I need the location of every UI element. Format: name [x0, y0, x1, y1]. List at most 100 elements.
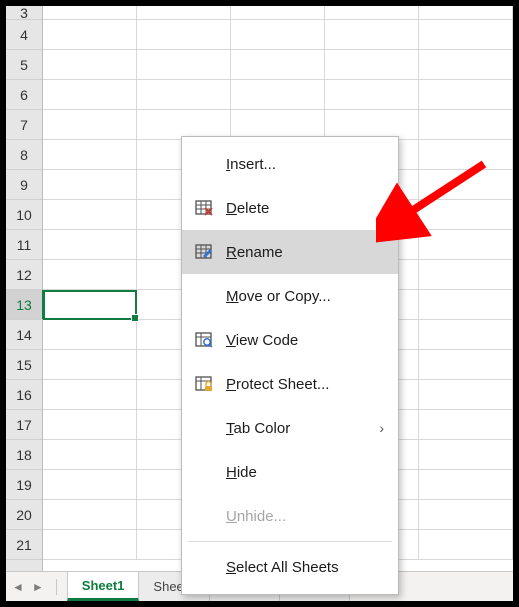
sheet-tab-sheet1[interactable]: Sheet1 [67, 571, 140, 601]
row-header-15[interactable]: 15 [6, 350, 42, 380]
cell[interactable] [419, 200, 513, 229]
cell[interactable] [43, 50, 137, 79]
cell[interactable] [43, 20, 137, 49]
row-header-11[interactable]: 11 [6, 230, 42, 260]
cell[interactable] [43, 440, 137, 469]
row-header-5[interactable]: 5 [6, 50, 42, 80]
ctxmenu-selectall[interactable]: Select All Sheets [182, 545, 398, 589]
row-header-18[interactable]: 18 [6, 440, 42, 470]
cell[interactable] [43, 110, 137, 139]
row-header-8[interactable]: 8 [6, 140, 42, 170]
ctxmenu-label: Move or Copy... [226, 288, 331, 305]
ctxmenu-label: Delete [226, 200, 269, 217]
cell[interactable] [419, 170, 513, 199]
cell[interactable] [419, 530, 513, 559]
ctxmenu-protect[interactable]: Protect Sheet... [182, 362, 398, 406]
ctxmenu-tabcolor[interactable]: Tab Color› [182, 406, 398, 450]
ctxmenu-insert[interactable]: Insert... [182, 142, 398, 186]
row-header-12[interactable]: 12 [6, 260, 42, 290]
cell[interactable] [43, 170, 137, 199]
cell[interactable] [43, 230, 137, 259]
cell[interactable] [419, 410, 513, 439]
row-header-17[interactable]: 17 [6, 410, 42, 440]
cell[interactable] [325, 20, 419, 49]
cell[interactable] [419, 290, 513, 319]
cell[interactable] [419, 140, 513, 169]
cell[interactable] [43, 320, 137, 349]
cell[interactable] [419, 110, 513, 139]
cell[interactable] [43, 530, 137, 559]
cell[interactable] [419, 6, 513, 19]
cell[interactable] [231, 50, 325, 79]
cell[interactable] [43, 140, 137, 169]
ctxmenu-label: Select All Sheets [226, 559, 339, 576]
row-header-20[interactable]: 20 [6, 500, 42, 530]
sheet-tab-context-menu: Insert... Delete Rename Move or Copy... View… [181, 136, 399, 595]
tab-nav-prev[interactable]: ◄ [12, 581, 24, 593]
row-header-14[interactable]: 14 [6, 320, 42, 350]
row-header-6[interactable]: 6 [6, 80, 42, 110]
separator [188, 541, 392, 542]
ctxmenu-label: View Code [226, 332, 298, 349]
cell[interactable] [231, 20, 325, 49]
cell[interactable] [43, 290, 137, 319]
cell[interactable] [43, 80, 137, 109]
cell[interactable] [419, 350, 513, 379]
ctxmenu-label: Protect Sheet... [226, 376, 329, 393]
ctxmenu-rename[interactable]: Rename [182, 230, 398, 274]
cell[interactable] [325, 110, 419, 139]
cell[interactable] [43, 350, 137, 379]
cell[interactable] [231, 80, 325, 109]
cell[interactable] [419, 320, 513, 349]
cell[interactable] [43, 260, 137, 289]
row-header-19[interactable]: 19 [6, 470, 42, 500]
cell[interactable] [137, 20, 231, 49]
row-header-10[interactable]: 10 [6, 200, 42, 230]
cell[interactable] [419, 440, 513, 469]
cell[interactable] [137, 80, 231, 109]
cell-row [43, 20, 513, 50]
cell[interactable] [43, 410, 137, 439]
cell[interactable] [231, 6, 325, 19]
cell[interactable] [325, 50, 419, 79]
cell[interactable] [325, 80, 419, 109]
cell[interactable] [137, 110, 231, 139]
cell[interactable] [231, 110, 325, 139]
cell[interactable] [43, 200, 137, 229]
row-header-9[interactable]: 9 [6, 170, 42, 200]
row-header-7[interactable]: 7 [6, 110, 42, 140]
tab-nav-next[interactable]: ► [32, 581, 44, 593]
cell[interactable] [43, 380, 137, 409]
row-header-4[interactable]: 4 [6, 20, 42, 50]
row-headers: 3456789101112131415161718192021 [6, 6, 43, 571]
cell[interactable] [43, 470, 137, 499]
cell[interactable] [419, 80, 513, 109]
ctxmenu-move[interactable]: Move or Copy... [182, 274, 398, 318]
ctxmenu-unhide: Unhide... [182, 494, 398, 538]
grid-pencil-icon [194, 244, 214, 260]
cell[interactable] [137, 6, 231, 19]
cell[interactable] [419, 380, 513, 409]
cell[interactable] [419, 20, 513, 49]
cell[interactable] [137, 50, 231, 79]
row-header-3[interactable]: 3 [6, 6, 42, 20]
row-header-16[interactable]: 16 [6, 380, 42, 410]
chevron-right-icon: › [379, 420, 384, 436]
ctxmenu-delete[interactable]: Delete [182, 186, 398, 230]
cell[interactable] [419, 230, 513, 259]
cell[interactable] [419, 260, 513, 289]
cell[interactable] [419, 470, 513, 499]
row-header-13[interactable]: 13 [6, 290, 42, 320]
divider [56, 579, 57, 595]
cell[interactable] [43, 6, 137, 19]
cell[interactable] [325, 6, 419, 19]
grid-x-icon [194, 200, 214, 216]
cell[interactable] [419, 500, 513, 529]
ctxmenu-label: Hide [226, 464, 257, 481]
cell[interactable] [43, 500, 137, 529]
ctxmenu-hide[interactable]: Hide [182, 450, 398, 494]
cell[interactable] [419, 50, 513, 79]
ctxmenu-label: Unhide... [226, 508, 286, 525]
row-header-21[interactable]: 21 [6, 530, 42, 560]
ctxmenu-viewcode[interactable]: View Code [182, 318, 398, 362]
